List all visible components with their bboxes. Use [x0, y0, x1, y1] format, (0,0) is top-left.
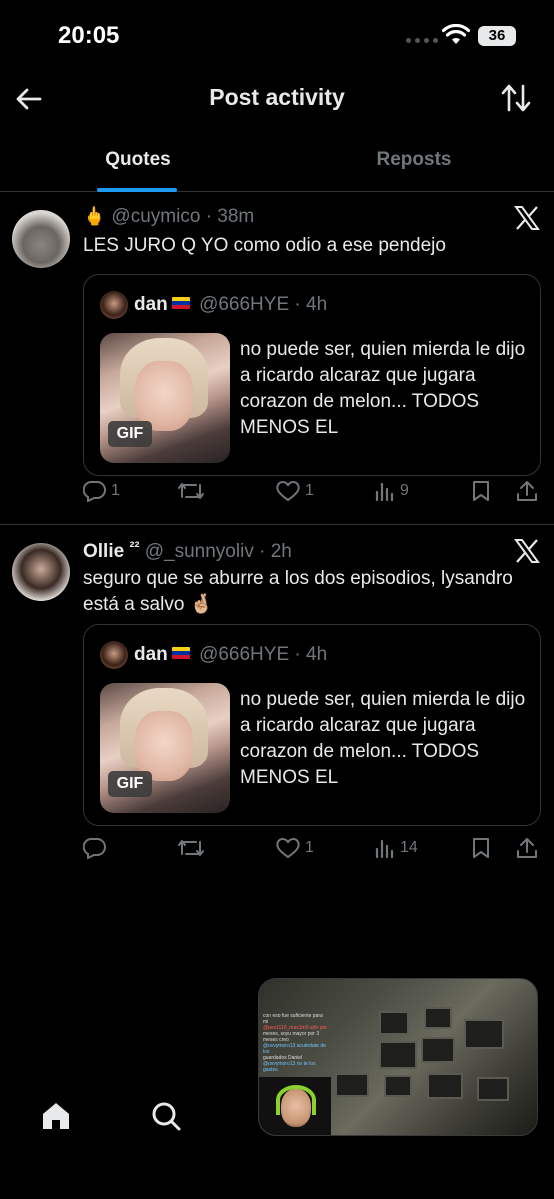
post-actions: 1 14 — [83, 835, 543, 865]
quoted-post-time: · 4h — [294, 294, 328, 315]
share-icon — [517, 838, 537, 858]
quoted-user-handle: @666HYE — [199, 294, 290, 315]
repost-icon — [178, 483, 204, 499]
quoted-post-text: no puede ser, quien mierda le dijo a ric… — [240, 689, 526, 788]
quoted-user-handle: @666HYE — [199, 644, 290, 665]
views-button[interactable]: 9 — [374, 480, 409, 502]
reply-count: 1 — [111, 482, 120, 499]
post-text: seguro que se aburre a los dos episodios… — [83, 568, 513, 615]
bookmark-icon — [473, 838, 489, 858]
quoted-post-time: · 4h — [294, 644, 328, 665]
like-count: 1 — [305, 839, 314, 856]
bookmark-button[interactable] — [471, 837, 491, 859]
name-badge: ²² — [129, 539, 140, 556]
reply-button[interactable] — [83, 837, 111, 859]
quoted-post-text: no puede ser, quien mierda le dijo a ric… — [240, 339, 526, 438]
post-text: LES JURO Q YO como odio a ese pendejo — [83, 235, 446, 256]
share-button[interactable] — [516, 837, 538, 859]
tab-quotes[interactable]: Quotes — [0, 149, 276, 171]
post-time: · 38m — [205, 206, 255, 227]
repost-button[interactable] — [177, 480, 209, 502]
views-icon — [375, 482, 394, 502]
like-button[interactable]: 1 — [275, 480, 314, 502]
share-button[interactable] — [516, 480, 538, 502]
sort-arrows-icon[interactable] — [500, 82, 532, 114]
tab-bar: Quotes Reposts — [0, 135, 554, 192]
quoted-post[interactable]: dan @666HYE · 4h GIF no puede ser, quien… — [83, 624, 541, 826]
avatar[interactable] — [12, 543, 70, 601]
tab-reposts[interactable]: Reposts — [276, 149, 552, 171]
status-bar: 20:05 36 — [0, 0, 554, 70]
quote-post[interactable]: 🖕 @cuymico · 38m LES JURO Q YO como odio … — [0, 192, 554, 525]
venezuela-flag-icon — [171, 647, 190, 659]
streamer-webcam — [259, 1077, 331, 1135]
view-count: 14 — [400, 839, 418, 856]
avatar[interactable] — [12, 210, 70, 268]
x-logo-icon — [514, 539, 540, 563]
quoted-user-name: dan — [134, 644, 168, 665]
views-icon — [375, 839, 394, 859]
post-time: · 2h — [259, 541, 292, 562]
status-time: 20:05 — [58, 22, 120, 49]
quote-post[interactable]: Ollie ²² @_sunnyoliv · 2h seguro que se … — [0, 525, 554, 865]
venezuela-flag-icon — [171, 297, 190, 309]
battery-indicator: 36 — [478, 26, 516, 46]
header: Post activity — [0, 70, 554, 130]
post-actions: 1 1 9 — [83, 478, 543, 508]
like-count: 1 — [305, 482, 314, 499]
avatar — [100, 291, 128, 319]
wifi-icon — [442, 24, 470, 44]
quoted-post-header: dan @666HYE · 4h — [134, 644, 327, 666]
repost-button[interactable] — [177, 837, 209, 859]
quoted-post[interactable]: dan @666HYE · 4h GIF no puede ser, quien… — [83, 274, 541, 476]
user-handle[interactable]: @cuymico — [111, 206, 200, 227]
reply-icon — [83, 837, 106, 859]
gif-badge: GIF — [108, 421, 152, 447]
reply-icon — [83, 480, 106, 502]
user-handle[interactable]: @_sunnyoliv — [145, 541, 254, 562]
post-header: 🖕 @cuymico · 38m — [83, 206, 254, 228]
user-name[interactable]: Ollie — [83, 541, 124, 562]
search-icon[interactable] — [150, 1100, 182, 1132]
reply-button[interactable]: 1 — [83, 480, 120, 502]
heart-icon — [276, 481, 300, 502]
page-title: Post activity — [209, 84, 345, 110]
post-header: Ollie ²² @_sunnyoliv · 2h — [83, 539, 292, 563]
views-button[interactable]: 14 — [374, 837, 418, 859]
gif-badge: GIF — [108, 771, 152, 797]
home-icon[interactable] — [40, 1100, 72, 1132]
stream-chat: con eso fue suficiente para mi @pes1110_… — [263, 1013, 327, 1073]
quoted-post-header: dan @666HYE · 4h — [134, 294, 327, 316]
display-name-emoji: 🖕 — [83, 206, 106, 226]
gif-media[interactable]: GIF — [100, 333, 230, 463]
quoted-user-name: dan — [134, 294, 168, 315]
like-button[interactable]: 1 — [275, 837, 314, 859]
gif-media[interactable]: GIF — [100, 683, 230, 813]
repost-icon — [178, 840, 204, 856]
share-icon — [517, 481, 537, 501]
picture-in-picture-video[interactable]: con eso fue suficiente para mi @pes1110_… — [258, 978, 538, 1136]
view-count: 9 — [400, 482, 409, 499]
heart-icon — [276, 838, 300, 859]
bookmark-icon — [473, 481, 489, 501]
bookmark-button[interactable] — [471, 480, 491, 502]
x-logo-icon — [514, 206, 540, 230]
avatar — [100, 641, 128, 669]
cellular-signal-icon — [406, 38, 438, 43]
